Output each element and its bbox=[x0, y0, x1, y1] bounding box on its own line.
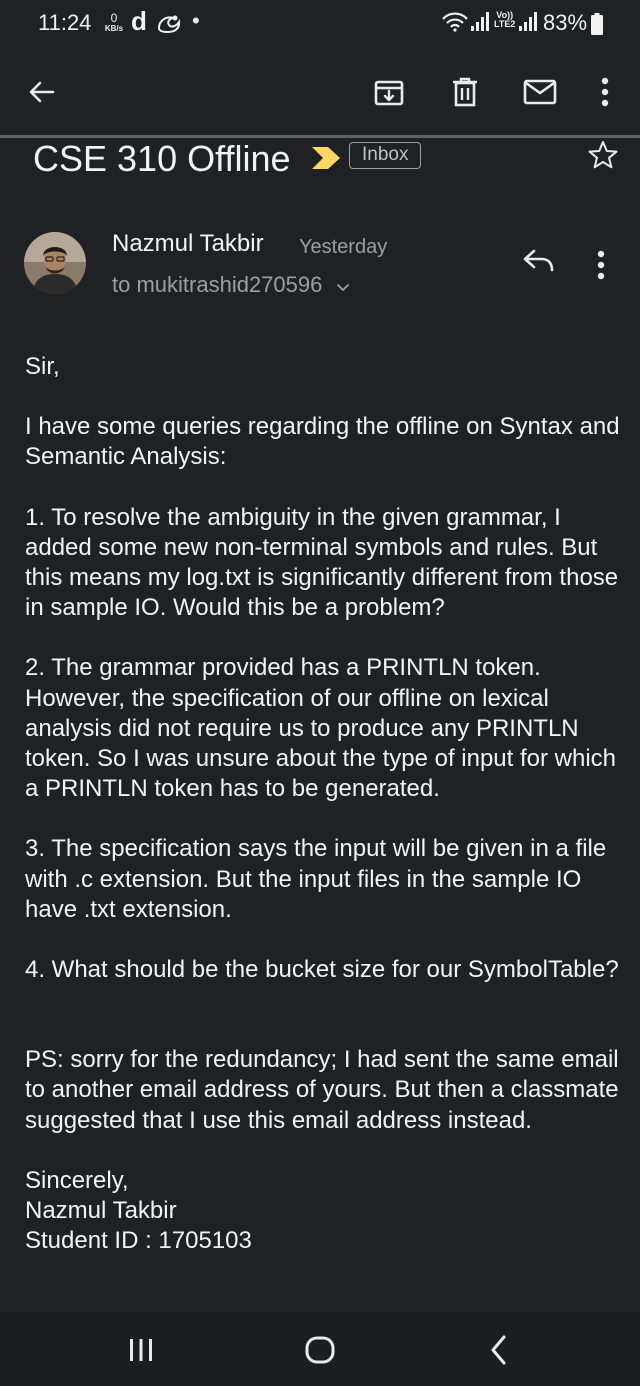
lte-label: LTE2 bbox=[494, 19, 516, 29]
notification-d-icon: d bbox=[131, 6, 147, 36]
sender-avatar[interactable] bbox=[24, 232, 86, 294]
signal-icon-2 bbox=[518, 12, 538, 37]
body-question-3: 3. The specification says the input will… bbox=[25, 835, 607, 923]
notification-dot: • bbox=[192, 8, 200, 33]
battery-percent: 83% bbox=[543, 10, 588, 35]
recipient-details-toggle[interactable]: to mukitrashid270596 bbox=[112, 272, 350, 299]
net-speed-indicator: 0 KB/s bbox=[103, 12, 125, 33]
more-vert-icon[interactable] bbox=[585, 72, 625, 112]
sender-name[interactable]: Nazmul Takbir bbox=[112, 230, 264, 258]
wifi-icon bbox=[441, 12, 469, 37]
battery-icon bbox=[591, 13, 603, 40]
message-more-icon[interactable] bbox=[596, 250, 606, 285]
signature-student-id: Student ID : 1705103 bbox=[25, 1227, 252, 1255]
body-ps: PS: sorry for the redundancy; I had sent… bbox=[25, 1046, 619, 1134]
signal-icon bbox=[470, 12, 490, 37]
net-speed-value: 0 bbox=[110, 11, 118, 25]
email-subject: CSE 310 Offline bbox=[33, 138, 291, 179]
reply-icon[interactable] bbox=[522, 248, 556, 279]
back-icon[interactable] bbox=[479, 1330, 519, 1370]
chevron-down-icon bbox=[336, 273, 350, 299]
email-body: Sir, I have some queries regarding the o… bbox=[25, 352, 620, 1256]
sent-time: Yesterday bbox=[299, 236, 388, 258]
recipient-text: to mukitrashid270596 bbox=[112, 272, 323, 297]
recents-icon[interactable] bbox=[121, 1330, 161, 1370]
body-question-1: 1. To resolve the ambiguity in the given… bbox=[25, 503, 619, 622]
mail-icon[interactable] bbox=[520, 72, 560, 112]
body-intro: I have some queries regarding the offlin… bbox=[25, 413, 620, 471]
body-question-2: 2. The grammar provided has a PRINTLN to… bbox=[25, 654, 617, 803]
importance-marker-icon[interactable] bbox=[312, 147, 340, 174]
lte-indicator: Vo)) LTE2 bbox=[494, 11, 515, 29]
archive-icon[interactable] bbox=[369, 72, 409, 112]
uc-browser-icon bbox=[155, 12, 183, 39]
home-icon[interactable] bbox=[300, 1330, 340, 1370]
net-speed-unit: KB/s bbox=[104, 24, 124, 33]
body-greeting: Sir, bbox=[25, 353, 60, 380]
status-time: 11:24 bbox=[38, 10, 92, 35]
body-closing: Sincerely, bbox=[25, 1166, 129, 1194]
body-question-4: 4. What should be the bucket size for ou… bbox=[25, 956, 619, 984]
star-icon[interactable] bbox=[588, 140, 618, 175]
delete-icon[interactable] bbox=[445, 72, 485, 112]
inbox-label-chip[interactable]: Inbox bbox=[349, 142, 422, 169]
signature-name: Nazmul Takbir bbox=[25, 1197, 177, 1225]
back-arrow-icon[interactable] bbox=[22, 72, 62, 112]
